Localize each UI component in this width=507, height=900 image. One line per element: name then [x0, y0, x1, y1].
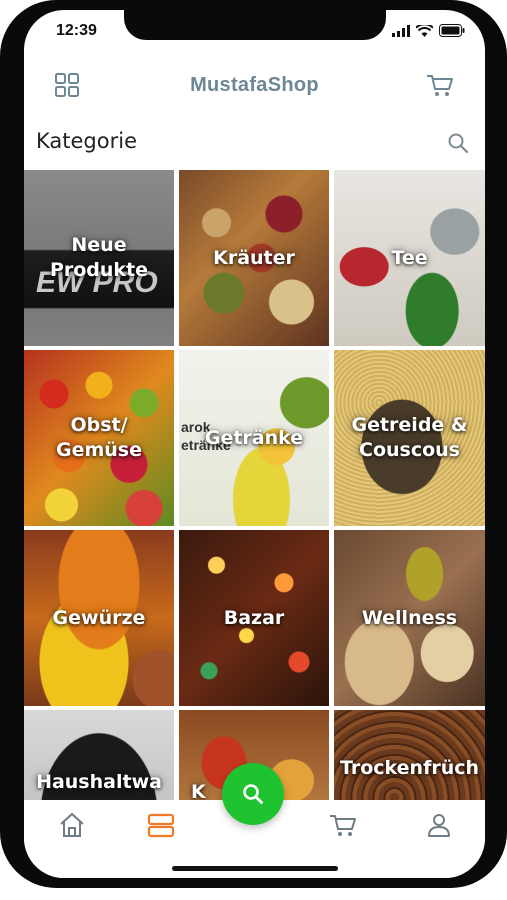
status-icons [392, 24, 465, 37]
tab-profile[interactable] [424, 810, 454, 840]
tile-label: Neue Produkte [49, 234, 149, 281]
tile-label: Haushaltwa [36, 771, 162, 793]
tab-cart[interactable] [328, 810, 358, 840]
category-tile-krauter[interactable]: Kräuter [179, 170, 329, 346]
category-tile-tee[interactable]: Tee [334, 170, 485, 346]
category-tile-bazar[interactable]: Bazar [179, 530, 329, 706]
category-tile-obst-gemuse[interactable]: Obst/ Gemüse [24, 350, 174, 526]
signal-icon [392, 24, 410, 37]
search-icon [448, 133, 469, 154]
user-icon [428, 814, 450, 837]
device-notch [124, 10, 386, 40]
app-header: MustafaShop [24, 66, 485, 116]
search-icon [243, 784, 263, 804]
category-tile-trockenfruchte[interactable]: Trockenfrüch [334, 710, 485, 800]
category-tile-getreide-couscous[interactable]: Getreide & Couscous [334, 350, 485, 526]
tile-label: Wellness [361, 606, 458, 629]
phone-frame: 12:39 MustafaShop Kategorie EW PRO Neue … [0, 0, 507, 888]
section-bar: Kategorie [24, 126, 485, 166]
tile-label: Trockenfrüch [339, 757, 480, 779]
tab-categories[interactable] [146, 810, 176, 840]
section-title: Kategorie [36, 129, 137, 153]
battery-icon [439, 24, 465, 37]
category-tile-getranke[interactable]: arok etränke Getränke [179, 350, 329, 526]
home-indicator [172, 866, 338, 871]
category-tile-haushaltwaren[interactable]: Haushaltwa [24, 710, 174, 800]
tile-label: Bazar [223, 606, 285, 629]
tile-label: Getränke [204, 426, 304, 449]
search-fab[interactable] [222, 763, 284, 825]
tile-label: Tee [391, 246, 428, 269]
cart-icon [427, 75, 453, 96]
header-cart-button[interactable] [425, 70, 455, 100]
tile-label: Gewürze [52, 606, 146, 629]
status-time: 12:39 [56, 22, 97, 39]
app-screen: 12:39 MustafaShop Kategorie EW PRO Neue … [24, 10, 485, 878]
tile-label: Obst/ Gemüse [55, 414, 142, 461]
cart-icon [330, 815, 356, 836]
tab-home[interactable] [57, 810, 87, 840]
home-icon [60, 813, 84, 837]
category-tile-gewurze[interactable]: Gewürze [24, 530, 174, 706]
tile-image [334, 710, 485, 800]
category-search-button[interactable] [447, 132, 469, 154]
tile-label: Kräuter [213, 246, 295, 269]
app-title: MustafaShop [190, 74, 319, 96]
category-tile-wellness[interactable]: Wellness [334, 530, 485, 706]
wifi-icon [416, 24, 433, 37]
categories-icon [147, 813, 175, 838]
tile-label: Getreide & Couscous [351, 414, 468, 461]
category-grid: EW PRO Neue Produkte Kräuter Tee Obst/ G… [24, 170, 485, 800]
category-tile-neue-produkte[interactable]: EW PRO Neue Produkte [24, 170, 174, 346]
tile-label: K [191, 781, 206, 800]
